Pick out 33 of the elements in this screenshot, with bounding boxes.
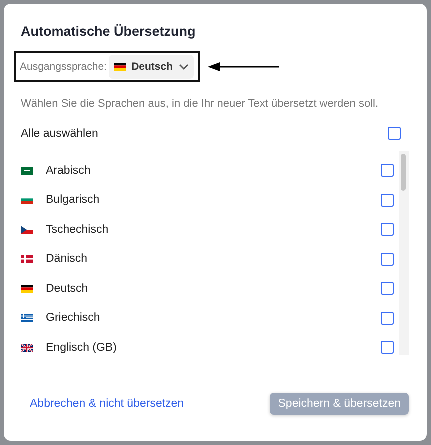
language-name: Griechisch	[46, 312, 102, 324]
language-name: Deutsch	[46, 282, 90, 295]
select-all-checkbox[interactable]	[388, 127, 401, 140]
language-name: Tschechisch	[46, 224, 110, 236]
flag-icon	[21, 166, 33, 175]
dialog-title: Automatische Übersetzung	[21, 24, 197, 41]
select-all-label: Alle auswählen	[21, 128, 98, 140]
cancel-link[interactable]: Abbrechen & nicht übersetzen	[30, 398, 184, 410]
language-name: Englisch (GB)	[46, 342, 118, 354]
source-language-label: Ausgangssprache:	[20, 60, 107, 72]
language-checkbox[interactable]	[381, 252, 394, 266]
scrollbar-thumb[interactable]	[401, 154, 406, 191]
language-checkbox[interactable]	[381, 223, 394, 236]
language-name: Arabisch	[46, 164, 92, 177]
flag-icon	[21, 255, 33, 264]
language-dropdown[interactable]: Deutsch	[108, 54, 194, 78]
language-checkbox[interactable]	[381, 312, 394, 325]
language-checkbox[interactable]	[381, 282, 394, 296]
description-text: Wählen Sie die Sprachen aus, in die Ihr neuer Text übersetzt werden soll.	[21, 98, 380, 110]
flag-icon	[21, 196, 33, 204]
language-name: Bulgarisch	[46, 194, 101, 206]
arrow-icon	[208, 62, 280, 72]
chevron-down-icon	[179, 64, 189, 70]
flag-icon	[21, 314, 33, 322]
flag-icon	[21, 344, 33, 352]
scrollbar[interactable]	[399, 151, 409, 355]
language-name: Dänisch	[46, 253, 89, 266]
language-checkbox[interactable]	[381, 341, 394, 354]
flag-icon	[114, 62, 126, 70]
flag-icon	[21, 226, 33, 234]
language-checkbox[interactable]	[381, 164, 394, 178]
language-checkbox[interactable]	[381, 194, 394, 207]
flag-icon	[21, 284, 33, 293]
